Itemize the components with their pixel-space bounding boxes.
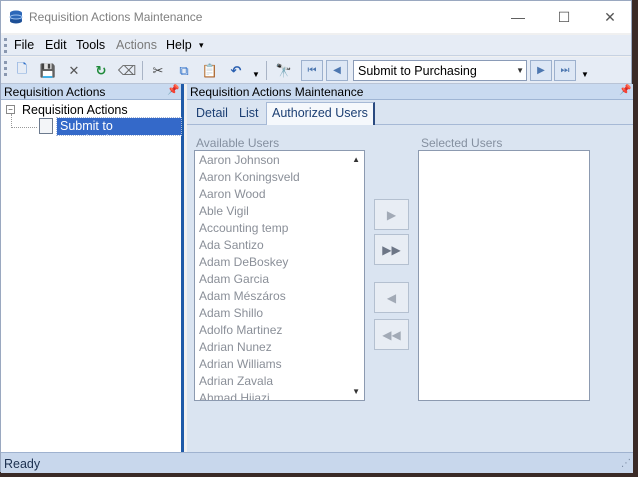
find-icon[interactable]: 🔭 (275, 62, 293, 80)
left-pane-header: Requisition Actions 📌 (1, 84, 181, 100)
authorized-users-panel: Available Users Selected Users Aaron Joh… (187, 126, 633, 452)
menu-tools[interactable]: Tools (76, 38, 105, 52)
minimize-button[interactable]: — (495, 1, 541, 33)
cut-icon[interactable]: ✂ (149, 62, 167, 80)
copy-icon[interactable]: ⧉ (175, 62, 193, 80)
status-bar: Ready ⋰ (1, 452, 633, 473)
window-title: Requisition Actions Maintenance (29, 10, 203, 24)
resize-grip-icon[interactable]: ⋰ (621, 458, 631, 469)
next-record-button[interactable]: ▶ (530, 60, 552, 81)
list-item[interactable]: Adam Mészáros (199, 289, 286, 303)
available-users-list[interactable]: Aaron Johnson Aaron Koningsveld Aaron Wo… (194, 150, 365, 401)
toolbar-separator (266, 61, 267, 80)
list-item[interactable]: Adam DeBoskey (199, 255, 288, 269)
toolbar: 🗋 💾 ✕ ↻ ⌫ ✂ ⧉ 📋 ↶ ▼ 🔭 ⏮ ◀ Submit to Purc… (1, 57, 631, 84)
remove-user-button[interactable]: ◀ (374, 282, 409, 313)
list-item[interactable]: Adolfo Martinez (199, 323, 282, 337)
previous-record-button[interactable]: ◀ (326, 60, 348, 81)
last-record-button[interactable]: ⏭ (554, 60, 576, 81)
menu-overflow-icon[interactable]: ▾ (199, 40, 204, 51)
available-users-label: Available Users (196, 136, 280, 150)
right-pane: Requisition Actions Maintenance 📌 Detail… (187, 84, 633, 452)
toolbar-overflow-icon[interactable]: ▼ (581, 70, 589, 79)
selected-users-label: Selected Users (421, 136, 503, 150)
list-item[interactable]: Adrian Williams (199, 357, 282, 371)
document-icon (39, 118, 53, 134)
add-user-button[interactable]: ▶ (374, 199, 409, 230)
list-item[interactable]: Ada Santizo (199, 238, 264, 252)
maximize-button[interactable]: ☐ (541, 1, 587, 33)
remove-all-users-button[interactable]: ◀◀ (374, 319, 409, 350)
vertical-scrollbar[interactable]: ▲ ▼ (348, 151, 364, 400)
list-item[interactable]: Accounting temp (199, 221, 288, 235)
pin-icon[interactable]: 📌 (619, 85, 631, 96)
right-pane-header: Requisition Actions Maintenance 📌 (187, 84, 633, 100)
pin-icon[interactable]: 📌 (167, 85, 179, 96)
menu-actions[interactable]: Actions (116, 38, 157, 52)
left-pane: Requisition Actions 📌 − Requisition Acti… (1, 84, 184, 452)
save-icon[interactable]: 💾 (39, 62, 57, 80)
close-button[interactable]: ✕ (587, 1, 633, 33)
tab-authorized-users[interactable]: Authorized Users (266, 102, 375, 125)
menu-help[interactable]: Help (166, 38, 192, 52)
menu-grip[interactable] (4, 38, 7, 53)
selected-users-list[interactable] (418, 150, 590, 401)
list-item[interactable]: Ahmad Hijazi (199, 391, 270, 400)
tree-node-submit-to-purchasing[interactable]: Submit to Purchasing (56, 117, 182, 147)
menu-file[interactable]: File (14, 38, 34, 52)
chevron-down-icon[interactable]: ▼ (516, 66, 524, 75)
tab-list[interactable]: List (239, 106, 258, 120)
tree-collapse-icon[interactable]: − (6, 105, 15, 114)
tab-detail[interactable]: Detail (196, 106, 228, 120)
add-all-users-button[interactable]: ▶▶ (374, 234, 409, 265)
list-item[interactable]: Aaron Johnson (199, 153, 280, 167)
toolbar-grip[interactable] (4, 61, 7, 76)
eraser-icon[interactable]: ⌫ (118, 62, 136, 80)
status-text: Ready (4, 457, 41, 471)
tree-connector (11, 114, 12, 128)
paste-icon[interactable]: 📋 (201, 62, 219, 80)
record-selector-combo[interactable]: Submit to Purchasing ▼ (353, 60, 527, 81)
list-item[interactable]: Adrian Zavala (199, 374, 273, 388)
list-item[interactable]: Adrian Nunez (199, 340, 272, 354)
menu-bar: File Edit Tools Actions Help ▾ (1, 35, 631, 56)
list-item[interactable]: Able Vigil (199, 204, 249, 218)
scroll-down-icon[interactable]: ▼ (352, 387, 360, 396)
app-window: Requisition Actions Maintenance — ☐ ✕ Fi… (0, 0, 633, 473)
scroll-up-icon[interactable]: ▲ (352, 155, 360, 164)
record-selector-value: Submit to Purchasing (358, 64, 477, 78)
right-pane-title: Requisition Actions Maintenance (190, 85, 364, 99)
list-item[interactable]: Adam Shillo (199, 306, 263, 320)
app-icon (9, 10, 23, 24)
new-icon[interactable]: 🗋 (13, 61, 31, 80)
first-record-button[interactable]: ⏮ (301, 60, 323, 81)
left-pane-title: Requisition Actions (4, 85, 106, 99)
toolbar-separator (142, 61, 143, 80)
tree-connector (11, 127, 37, 128)
undo-icon[interactable]: ↶ (227, 62, 245, 80)
delete-icon[interactable]: ✕ (65, 62, 83, 80)
undo-dropdown-icon[interactable]: ▼ (252, 70, 260, 79)
tree-root-node[interactable]: Requisition Actions (22, 103, 128, 117)
title-bar[interactable]: Requisition Actions Maintenance — ☐ ✕ (1, 1, 631, 33)
menu-edit[interactable]: Edit (45, 38, 67, 52)
tab-strip: Detail List Authorized Users (187, 101, 633, 125)
list-item[interactable]: Aaron Wood (199, 187, 266, 201)
list-item[interactable]: Adam Garcia (199, 272, 269, 286)
list-item[interactable]: Aaron Koningsveld (199, 170, 300, 184)
refresh-icon[interactable]: ↻ (92, 62, 110, 80)
